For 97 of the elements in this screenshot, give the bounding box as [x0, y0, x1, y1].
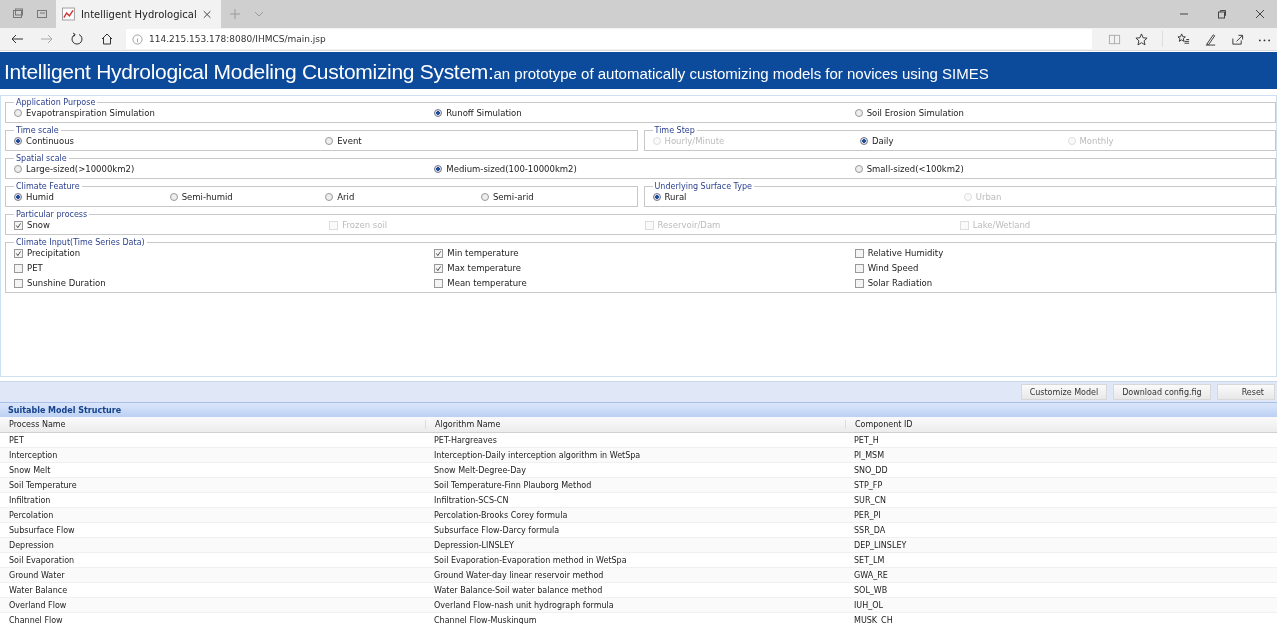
table-cell-text: Infiltration: [8, 495, 52, 505]
checkbox-option[interactable]: Mean temperature: [434, 277, 855, 289]
action-button[interactable]: Customize Model: [1020, 384, 1108, 400]
star-icon[interactable]: [1135, 32, 1148, 46]
table-cell-text: PI_MSM: [853, 450, 886, 460]
table-cell-text: IUH_OL: [853, 600, 884, 610]
browser-tab[interactable]: Intelligent Hydrological: [56, 0, 221, 28]
table-cell-text: Interception: [8, 450, 59, 460]
table-cell-text: Snow Melt-Degree-Day: [433, 465, 527, 475]
radio-option[interactable]: Runoff Simulation: [434, 107, 855, 119]
radio-option[interactable]: Large-sized(>10000km2): [14, 163, 435, 175]
group-legend: Application Purpose: [14, 98, 98, 107]
table-cell-text: Soil Evaporation: [8, 555, 76, 565]
checkbox-option[interactable]: Max temperature: [434, 262, 855, 274]
column-header: Algorithm Name: [425, 420, 845, 429]
tabs-aside-icon[interactable]: [12, 8, 24, 20]
address-bar[interactable]: 114.215.153.178:8080/IHMCS/main.jsp: [126, 29, 1092, 49]
checkbox-option[interactable]: Solar Radiation: [854, 277, 1275, 289]
radio-option[interactable]: Semi-humid: [169, 191, 326, 203]
checkbox-option[interactable]: Min temperature: [434, 247, 855, 259]
refresh-icon[interactable]: [70, 32, 84, 46]
table-cell-text: Subsurface Flow: [8, 525, 76, 535]
table-cell-text: Water Balance: [8, 585, 69, 595]
table-cell-text: SET_LM: [853, 555, 886, 565]
radio-option[interactable]: Daily: [860, 135, 1068, 147]
home-icon[interactable]: [100, 32, 114, 46]
table-cell-text: Soil Temperature: [8, 480, 78, 490]
column-header: Process Name: [8, 420, 67, 429]
radio-option[interactable]: Humid: [14, 191, 170, 203]
table-cell-text: SNO_DD: [853, 465, 889, 475]
table-cell-text: SSR_DA: [853, 525, 887, 535]
close-icon[interactable]: [1255, 9, 1265, 19]
checkbox-option[interactable]: Snow: [14, 219, 330, 231]
group-legend: Underlying Surface Type: [652, 182, 754, 191]
radio-option[interactable]: Rural: [652, 191, 964, 203]
table-cell-text: Depression: [8, 540, 55, 550]
table-cell-text: PET: [8, 435, 25, 445]
table-cell-text: Interception-Daily interception algorithm in WetSpa: [433, 450, 642, 460]
share-icon[interactable]: [1231, 32, 1244, 46]
table-cell-text: Soil Evaporation-Evaporation method in WetSpa: [433, 555, 628, 565]
table-cell-text: Infiltration-SCS-CN: [433, 495, 510, 505]
table-cell-text: Overland Flow: [8, 600, 68, 610]
radio-option[interactable]: Continuous: [14, 135, 326, 147]
chart-icon: [62, 7, 75, 21]
table-cell-text: PET-Hargreaves: [433, 435, 498, 445]
radio-option[interactable]: Medium-sized(100-10000km2): [434, 163, 855, 175]
close-icon[interactable]: [202, 9, 211, 19]
table-cell-text: Snow Melt: [8, 465, 52, 475]
action-button[interactable]: Download config.fig: [1113, 384, 1211, 400]
checkbox-option[interactable]: Precipitation: [14, 247, 435, 259]
radio-option[interactable]: Arid: [325, 191, 481, 203]
table-cell-text: PET_H: [853, 435, 880, 445]
table-cell-text: PER_PI: [853, 510, 882, 520]
table-cell-text: Water Balance-Soil water balance method: [433, 585, 604, 595]
checkmark-icon: [15, 220, 22, 230]
action-button[interactable]: Reset: [1216, 384, 1275, 400]
checkbox-option[interactable]: Sunshine Duration: [14, 277, 435, 289]
table-cell-text: Percolation: [8, 510, 55, 520]
table-cell-text: SOL_WB: [853, 585, 889, 595]
group-legend: Climate Feature: [14, 182, 82, 191]
tab-preview-icon[interactable]: [36, 8, 48, 20]
table-cell-text: DEP_LINSLEY: [853, 540, 908, 550]
section-header: Suitable Model Structure: [0, 402, 1277, 417]
favorites-icon[interactable]: [1177, 32, 1190, 46]
checkbox-option[interactable]: PET: [14, 262, 435, 274]
group-legend: Particular process: [14, 210, 90, 219]
restore-icon[interactable]: [1217, 9, 1227, 19]
table-cell-text: Subsurface Flow-Darcy formula: [433, 525, 561, 535]
back-icon[interactable]: [10, 32, 24, 46]
pen-icon[interactable]: [1204, 32, 1217, 46]
info-icon: [132, 33, 143, 45]
table-cell-text: Percolation-Brooks Corey formula: [433, 510, 569, 520]
table-cell-text: Soil Temperature-Finn Plauborg Method: [433, 480, 593, 490]
title-banner: Intelligent Hydrological Modeling Customizing System:an prototype of automatically customizing models for novices using SIMES: [0, 52, 1277, 89]
table-cell-text: GWA_RE: [853, 570, 889, 580]
radio-option[interactable]: Semi-arid: [480, 191, 637, 203]
table-cell-text: STP_FP: [853, 480, 884, 490]
checkmark-icon: [15, 248, 22, 258]
group-legend: Climate Input(Time Series Data): [14, 238, 147, 247]
checkbox-option[interactable]: Wind Speed: [854, 262, 1275, 274]
radio-option[interactable]: Event: [325, 135, 637, 147]
table-cell-text: Channel Flow-Muskingum: [433, 615, 538, 624]
group-legend: Spatial scale: [14, 154, 69, 163]
group-legend: Time Step: [652, 126, 697, 135]
radio-option[interactable]: Soil Erosion Simulation: [854, 107, 1275, 119]
table-cell-text: SUR_CN: [853, 495, 888, 505]
table-cell-text: Depression-LINSLEY: [433, 540, 515, 550]
radio-option[interactable]: Evapotranspiration Simulation: [14, 107, 435, 119]
table-cell-text: Overland Flow-nash unit hydrograph formula: [433, 600, 615, 610]
table-cell-text: Ground Water-day linear reservoir method: [433, 570, 605, 580]
group-legend: Time scale: [14, 126, 61, 135]
table-cell-text: Ground Water: [8, 570, 66, 580]
checkbox-option[interactable]: Relative Humidity: [854, 247, 1275, 259]
table-cell-text: Channel Flow: [8, 615, 64, 624]
radio-option[interactable]: Small-sized(<100km2): [854, 163, 1275, 175]
column-header: Component ID: [845, 420, 1277, 429]
table-cell-text: MUSK_CH: [853, 615, 894, 624]
